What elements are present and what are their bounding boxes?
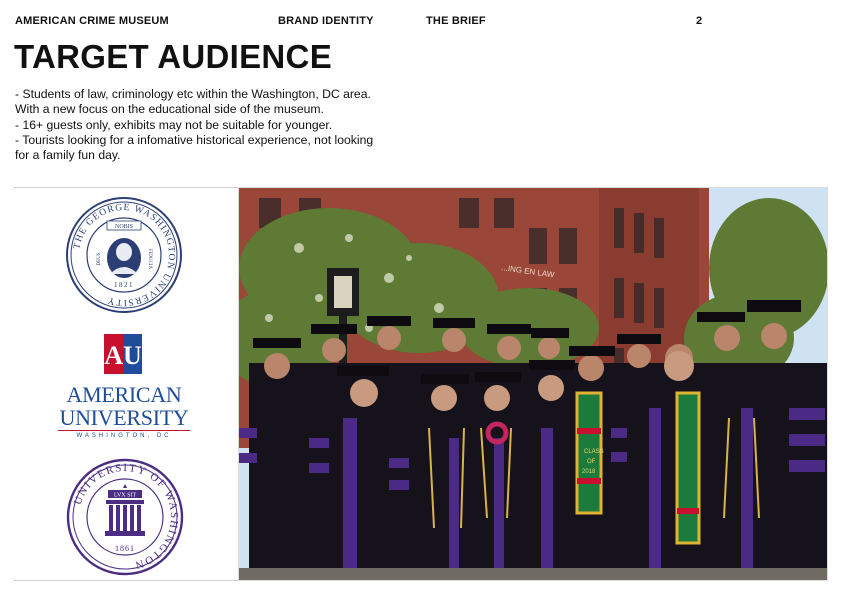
bullet-line: With a new focus on the educational side… xyxy=(15,102,324,117)
uw-seal-logo: UNIVERSITY OF WASHINGTON LVX SIT 1861 xyxy=(66,458,184,576)
svg-text:1861: 1861 xyxy=(115,544,135,553)
svg-text:OF: OF xyxy=(587,459,596,465)
gwu-seal-logo: THE GEORGE WASHINGTON UNIVERSITY NOBIS D… xyxy=(66,197,182,313)
divider-bottom xyxy=(14,580,238,581)
bullet-line: - Tourists looking for a infomative hist… xyxy=(15,132,374,147)
american-university-logo: AU AMERICAN UNIVERSITY WASHINGTON, DC xyxy=(58,332,190,444)
svg-text:DEUS: DEUS xyxy=(97,252,102,265)
graduates-photo: ...ING EN LAW CLASS OF 2018 xyxy=(238,187,828,581)
svg-text:AU: AU xyxy=(104,341,142,370)
svg-text:LVX SIT: LVX SIT xyxy=(114,493,137,499)
audience-bullets: - Students of law, criminology etc withi… xyxy=(15,87,415,163)
header-museum-name: AMERICAN CRIME MUSEUM xyxy=(15,15,169,27)
bullet-line: - Students of law, criminology etc withi… xyxy=(15,87,371,101)
bullet-line: for a family fun day. xyxy=(15,148,121,163)
au-monogram-icon: AU xyxy=(104,334,142,374)
graduates-photo-illustration: ...ING EN LAW CLASS OF 2018 xyxy=(239,188,827,580)
svg-text:FIDUCIA: FIDUCIA xyxy=(147,249,152,270)
svg-text:CLASS: CLASS xyxy=(584,449,604,455)
svg-text:2018: 2018 xyxy=(582,469,596,475)
page-number: 2 xyxy=(696,15,703,27)
svg-text:NOBIS: NOBIS xyxy=(115,224,133,230)
page-title: TARGET AUDIENCE xyxy=(14,38,332,75)
divider-top xyxy=(14,187,238,188)
au-name-line2: UNIVERSITY xyxy=(59,405,189,430)
header-section: BRAND IDENTITY xyxy=(278,15,374,27)
svg-text:1821: 1821 xyxy=(114,281,134,289)
header-subsection: THE BRIEF xyxy=(426,15,486,27)
bullet-line: - 16+ guests only, exhibits may not be s… xyxy=(15,117,333,132)
au-location: WASHINGTON, DC xyxy=(58,430,190,439)
